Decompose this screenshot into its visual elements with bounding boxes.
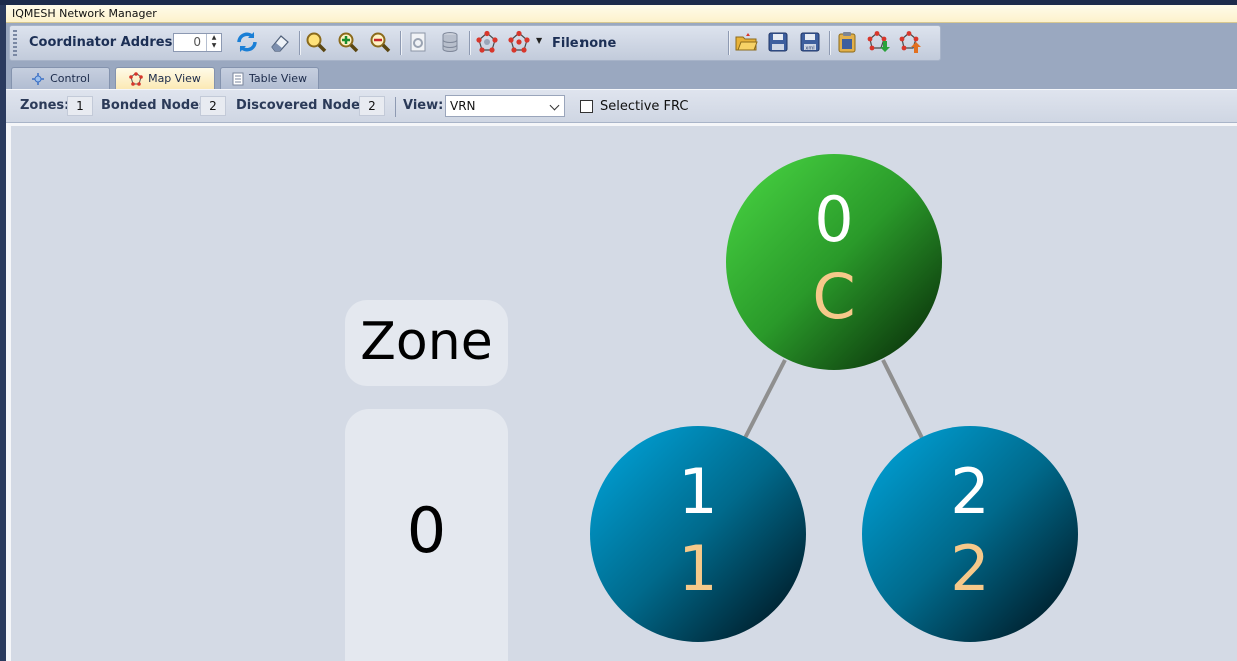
node-2[interactable]: 2 2 [862, 426, 1078, 642]
node-label: 1 [678, 532, 717, 605]
node-address: 2 [950, 455, 989, 528]
link-0-1 [743, 359, 787, 439]
node-address: 0 [814, 183, 853, 256]
node-label: C [812, 260, 855, 333]
network-graph: 0 C 1 1 2 2 [590, 154, 1078, 642]
link-0-2 [881, 359, 924, 439]
node-label: 2 [950, 532, 989, 605]
node-address: 1 [678, 455, 717, 528]
node-1[interactable]: 1 1 [590, 426, 806, 642]
node-coordinator[interactable]: 0 C [726, 154, 942, 370]
